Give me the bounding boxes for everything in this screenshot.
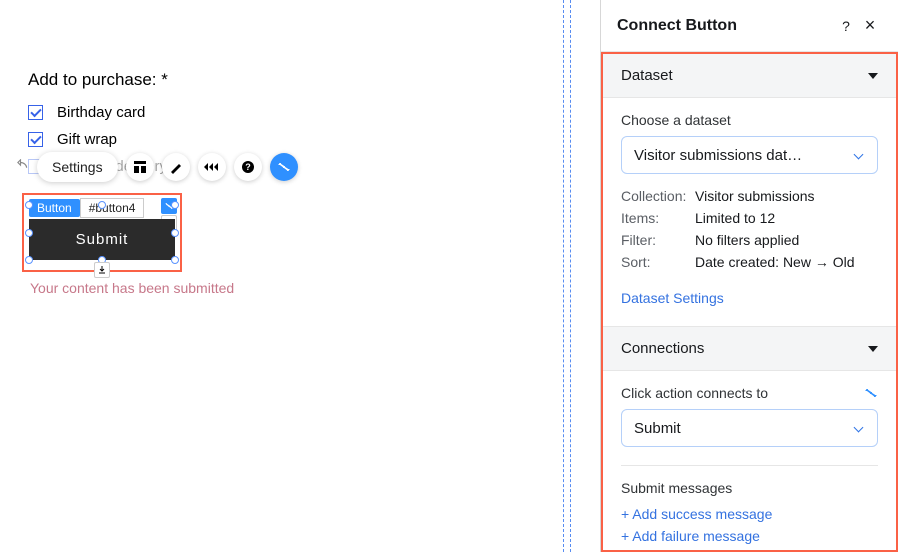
download-icon[interactable]: [94, 262, 110, 278]
section-title: Dataset: [621, 67, 673, 84]
checkbox-label: Gift wrap: [57, 131, 117, 148]
panel-header: Connect Button ? ×: [601, 0, 898, 52]
section-dataset-header[interactable]: Dataset: [603, 54, 896, 98]
help-icon[interactable]: ?: [234, 153, 262, 181]
resize-handle[interactable]: [25, 256, 33, 264]
guide-line: [563, 0, 564, 552]
meta-key: Items:: [621, 210, 695, 226]
selection-highlight: Button #button4 Submit: [22, 193, 182, 272]
undo-icon[interactable]: [17, 159, 33, 175]
add-failure-link[interactable]: + Add failure message: [621, 528, 878, 544]
resize-handle[interactable]: [98, 201, 106, 209]
meta-value: Visitor submissions: [695, 188, 815, 204]
divider: [621, 465, 878, 466]
chevron-down-icon: [853, 422, 865, 434]
chevron-down-icon: [868, 73, 878, 79]
meta-value: No filters applied: [695, 232, 799, 248]
settings-button[interactable]: Settings: [37, 152, 118, 182]
resize-handle[interactable]: [25, 201, 33, 209]
element-id-tag[interactable]: #button4: [80, 198, 145, 218]
dataset-select-value: Visitor submissions dat…: [634, 147, 853, 164]
dataset-select[interactable]: Visitor submissions dat…: [621, 136, 878, 174]
editor-canvas[interactable]: Add to purchase: * Birthday card Gift wr…: [0, 0, 600, 552]
meta-value: Date created: New → Old: [695, 254, 855, 270]
meta-key: Filter:: [621, 232, 695, 248]
svg-text:?: ?: [245, 162, 251, 172]
resize-handle[interactable]: [25, 229, 33, 237]
click-action-select[interactable]: Submit: [621, 409, 878, 447]
choose-dataset-label: Choose a dataset: [621, 112, 878, 128]
connect-data-icon[interactable]: [864, 386, 878, 400]
element-toolbar: Settings ?: [17, 152, 298, 182]
status-message: Your content has been submitted: [30, 280, 234, 296]
click-action-value: Submit: [634, 420, 853, 437]
section-title: Connections: [621, 340, 704, 357]
connect-data-icon[interactable]: [270, 153, 298, 181]
submit-messages: Submit messages + Add success message + …: [621, 480, 878, 544]
checkbox-icon[interactable]: [28, 105, 43, 120]
section-connections-body: Click action connects to Submit Submit m…: [603, 371, 896, 552]
selection-box[interactable]: Button #button4 Submit: [29, 205, 175, 260]
checkbox-row[interactable]: Gift wrap: [28, 131, 428, 148]
help-icon[interactable]: ?: [834, 18, 858, 34]
section-dataset-body: Choose a dataset Visitor submissions dat…: [603, 98, 896, 327]
chevron-down-icon: [868, 346, 878, 352]
checkbox-label: Birthday card: [57, 104, 145, 121]
checkbox-icon[interactable]: [28, 132, 43, 147]
guide-line: [570, 0, 571, 552]
layout-icon[interactable]: [126, 153, 154, 181]
panel-body-highlight: Dataset Choose a dataset Visitor submiss…: [601, 52, 898, 552]
resize-handle[interactable]: [171, 229, 179, 237]
submit-button[interactable]: Submit: [29, 219, 175, 260]
element-type-tag[interactable]: Button: [29, 199, 80, 217]
meta-value: Limited to 12: [695, 210, 775, 226]
add-success-link[interactable]: + Add success message: [621, 506, 878, 522]
resize-handle[interactable]: [171, 201, 179, 209]
animation-icon[interactable]: [198, 153, 226, 181]
close-icon[interactable]: ×: [858, 15, 882, 36]
click-action-label: Click action connects to: [621, 385, 768, 401]
design-icon[interactable]: [162, 153, 190, 181]
checkbox-row[interactable]: Birthday card: [28, 104, 428, 121]
submit-messages-label: Submit messages: [621, 480, 878, 496]
meta-key: Collection:: [621, 188, 695, 204]
section-connections-header[interactable]: Connections: [603, 327, 896, 371]
connect-panel: Connect Button ? × Dataset Choose a data…: [600, 0, 898, 552]
dataset-meta: Collection:Visitor submissions Items:Lim…: [621, 188, 878, 270]
chevron-down-icon: [853, 149, 865, 161]
form-title: Add to purchase: *: [28, 70, 428, 90]
dataset-settings-link[interactable]: Dataset Settings: [621, 290, 724, 306]
panel-title: Connect Button: [617, 17, 834, 35]
meta-key: Sort:: [621, 254, 695, 270]
resize-handle[interactable]: [171, 256, 179, 264]
